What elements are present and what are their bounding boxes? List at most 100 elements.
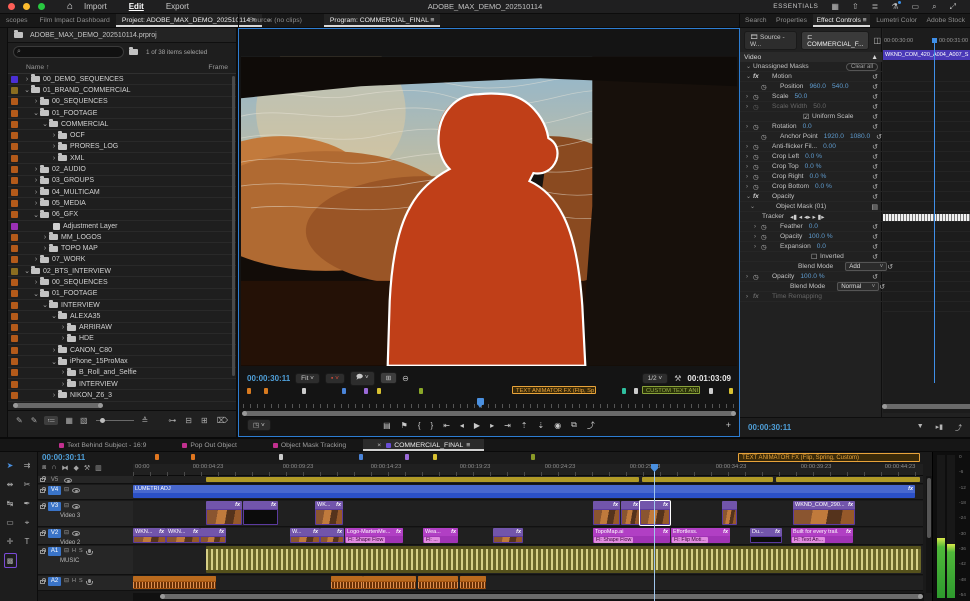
- expand-arrow[interactable]: ›: [746, 294, 753, 300]
- disclosure-arrow[interactable]: ⌄: [50, 358, 58, 366]
- label-color-chip[interactable]: [11, 369, 18, 377]
- mute-button[interactable]: H: [72, 578, 76, 584]
- lift-button[interactable]: ⇡: [516, 421, 533, 430]
- disclosure-arrow[interactable]: ›: [32, 189, 40, 196]
- maximize-icon[interactable]: ⤢: [950, 2, 956, 12]
- tree-item[interactable]: › PRORES_LOG: [8, 141, 236, 154]
- reset-param-icon[interactable]: ↺: [872, 253, 878, 261]
- disclosure-arrow[interactable]: ›: [23, 76, 31, 83]
- video-section-header[interactable]: Video: [744, 54, 761, 61]
- track-name[interactable]: MUSIC: [60, 558, 79, 564]
- expand-arrow[interactable]: ›: [746, 274, 753, 280]
- disclosure-arrow[interactable]: ›: [32, 279, 40, 286]
- track-badge-v3[interactable]: V3: [48, 502, 61, 511]
- ai-object-mask-tool[interactable]: ▩: [3, 553, 17, 568]
- lock-icon[interactable]: [40, 486, 46, 493]
- expand-arrow[interactable]: ⌄: [746, 193, 753, 200]
- lock-icon[interactable]: [40, 529, 46, 536]
- track-a1[interactable]: [133, 546, 923, 575]
- label-color-chip[interactable]: [11, 120, 18, 128]
- disclosure-arrow[interactable]: ›: [50, 347, 58, 354]
- disclosure-arrow[interactable]: ⌄: [23, 267, 31, 275]
- param-value[interactable]: 540.0: [832, 83, 849, 90]
- disclosure-arrow[interactable]: ›: [50, 132, 58, 139]
- monitor-mini-timeline[interactable]: [243, 397, 735, 408]
- audio-clip[interactable]: [133, 576, 216, 589]
- stopwatch-icon[interactable]: ◷: [753, 93, 763, 101]
- label-color-chip[interactable]: [11, 380, 18, 388]
- track-badge-a2[interactable]: A2: [48, 577, 61, 586]
- track-v3[interactable]: fx fx WK... fx fx fx fx WKND_COM_290... …: [133, 500, 923, 527]
- reset-param-icon[interactable]: ↺: [872, 163, 878, 171]
- timeline-timecode[interactable]: 00:00:30:11: [42, 453, 129, 462]
- graphic-clip[interactable]: W... fx: [290, 528, 320, 543]
- disclosure-arrow[interactable]: ⌄: [32, 290, 40, 298]
- label-color-chip[interactable]: [11, 278, 18, 286]
- pen-tool[interactable]: ✒: [19, 494, 36, 513]
- expand-arrow[interactable]: ⌄: [750, 203, 757, 210]
- timeline-tab[interactable]: Pop Out Object: [163, 439, 253, 451]
- track-a2[interactable]: [133, 576, 923, 591]
- param-value[interactable]: 0.0 %: [805, 153, 822, 160]
- tab-lumetri-color[interactable]: Lumetri Color: [873, 14, 920, 27]
- param-value[interactable]: 0.0 %: [805, 163, 822, 170]
- stopwatch-icon[interactable]: ◷: [753, 173, 763, 181]
- solo-button[interactable]: S: [79, 548, 83, 554]
- music-audio-clip[interactable]: [206, 546, 921, 573]
- graphic-clip[interactable]: Effortless. fx Fl: Flip Moti...: [671, 528, 730, 543]
- quick-export-icon[interactable]: ⇧: [852, 2, 859, 12]
- tree-item[interactable]: › NIKON_Z6_3: [8, 390, 236, 402]
- step-forward-button[interactable]: ▸: [485, 421, 499, 430]
- timeline-marker[interactable]: [359, 454, 363, 460]
- disclosure-arrow[interactable]: ›: [59, 335, 67, 342]
- play-button[interactable]: ▶: [469, 421, 485, 430]
- video-clip[interactable]: fx: [206, 501, 242, 525]
- menu-import[interactable]: Import: [73, 2, 118, 11]
- workspace-label[interactable]: ESSENTIALS: [773, 3, 818, 10]
- stopwatch-icon[interactable]: ◷: [753, 103, 763, 111]
- expand-arrow[interactable]: ›: [754, 234, 761, 240]
- snap-icon[interactable]: ∩: [51, 464, 56, 472]
- checkbox[interactable]: ☐: [811, 253, 820, 261]
- tab-menu-icon[interactable]: ≡: [466, 442, 470, 449]
- clip[interactable]: [776, 477, 920, 482]
- tree-item[interactable]: › 00_DEMO_SEQUENCES: [8, 74, 236, 86]
- reset-param-icon[interactable]: ↺: [879, 283, 885, 291]
- expand-arrow[interactable]: ›: [746, 124, 753, 130]
- clear-all-button[interactable]: Clear all: [845, 62, 878, 71]
- graphic-clip[interactable]: Built for every trail. fx Fl: Text An...: [791, 528, 853, 543]
- workspaces-icon[interactable]: ▦: [831, 2, 839, 12]
- tree-item[interactable]: ⌄ 01_FOOTAGE: [8, 288, 236, 300]
- disclosure-arrow[interactable]: ⌄: [23, 86, 31, 94]
- stopwatch-icon[interactable]: ◷: [753, 273, 763, 281]
- timeline-marker[interactable]: [155, 454, 159, 460]
- label-color-chip[interactable]: [11, 109, 18, 117]
- zoom-window-button[interactable]: [38, 3, 45, 10]
- tree-item[interactable]: › XML: [8, 153, 236, 165]
- tree-item[interactable]: ⌄ 02_BTS_INTERVIEW: [8, 266, 236, 278]
- tab-properties[interactable]: Properties: [773, 14, 810, 27]
- lock-icon[interactable]: [40, 547, 46, 554]
- program-video-frame[interactable]: [241, 56, 737, 366]
- disclosure-arrow[interactable]: ›: [41, 234, 49, 241]
- reset-param-icon[interactable]: ↺: [872, 123, 878, 131]
- effect-row[interactable]: ⌄ fx Opacity ↺: [740, 192, 882, 202]
- disclosure-arrow[interactable]: ›: [59, 324, 67, 331]
- tree-item[interactable]: ⌄ 06_GFX: [8, 209, 236, 221]
- timeline-tab[interactable]: Text Behind Subject - 16:9: [40, 439, 163, 451]
- zoom-slider[interactable]: [95, 418, 134, 423]
- delete-icon[interactable]: ⌦: [217, 416, 228, 425]
- search-icon[interactable]: ⌕: [932, 2, 936, 12]
- stopwatch-icon[interactable]: ◷: [761, 233, 771, 241]
- effect-row[interactable]: › ◷ Scale Width 50.0 ↺: [740, 102, 882, 112]
- remove-button[interactable]: ⊖: [402, 374, 409, 383]
- playback-resolution-select[interactable]: 1/2 ˅: [641, 372, 669, 384]
- label-color-chip[interactable]: [11, 346, 18, 354]
- graphic-clip[interactable]: TopoMap.ai fx Fl: Shape Flow: [593, 528, 670, 543]
- effect-row[interactable]: › ◷ Scale 50.0 ↺: [740, 92, 882, 102]
- effect-row[interactable]: ☑ Uniform Scale ↺: [740, 112, 882, 122]
- label-color-chip[interactable]: [11, 335, 18, 343]
- audio-clip[interactable]: [331, 576, 363, 589]
- export-icon[interactable]: ⤴: [955, 423, 962, 433]
- freeform-view-button[interactable]: ▧: [80, 416, 88, 425]
